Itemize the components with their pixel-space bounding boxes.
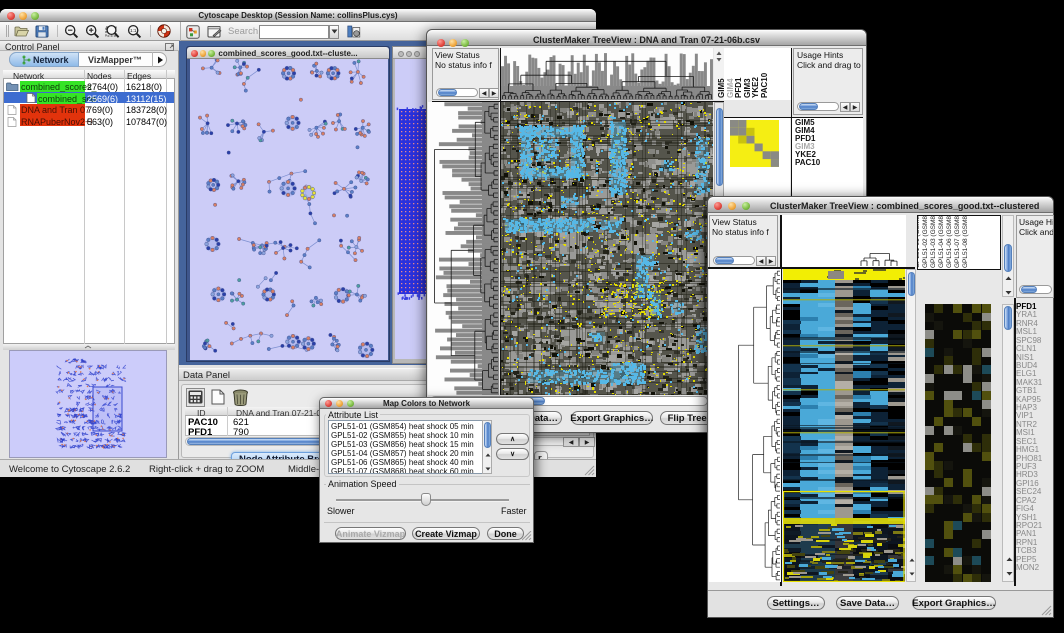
svg-text:1:1: 1:1 xyxy=(130,28,137,33)
